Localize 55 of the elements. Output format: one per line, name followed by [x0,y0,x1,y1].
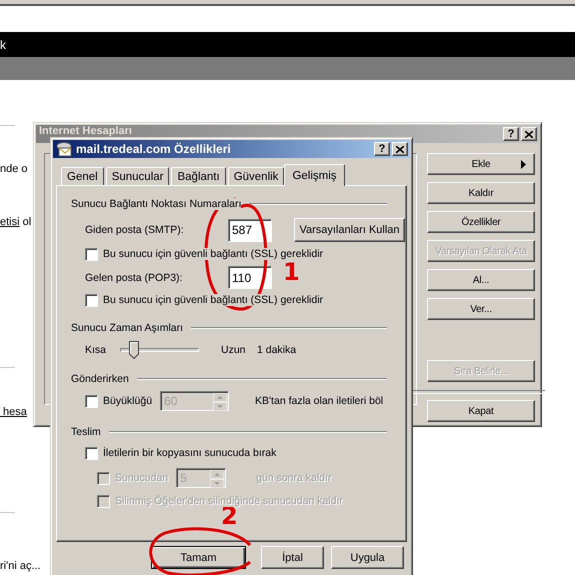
checkbox-label: Büyüklüğü [103,395,152,407]
tab[interactable]: Bağlantı [171,167,226,185]
account-button[interactable]: Ekle [427,153,535,175]
tab[interactable]: Genel [61,167,104,185]
spinner-arrows-icon [213,393,228,411]
group-heading: Sunucu Zaman Aşımları [71,322,184,334]
tab[interactable]: Sunucular [106,167,170,185]
help-button[interactable]: ? [503,127,519,141]
port-field[interactable]: 110 [228,266,272,289]
defaults-button[interactable]: Varsayılanları Kullan [294,218,405,242]
dialog-button[interactable]: İptal [261,546,324,569]
link[interactable]: hesa [0,406,27,418]
field-label: Gelen posta (POP3): [85,272,184,284]
group-heading: Sunucu Bağlantı Noktası Numaraları [71,198,242,210]
close-icon [396,146,404,152]
dialog-title: mail.tredeal.com Özellikleri [76,142,232,156]
close-button[interactable] [521,127,537,141]
account-button[interactable]: Al... [427,269,535,291]
checkbox-label: İletilerin bir kopyasını sunucuda bırak [103,447,276,459]
help-button[interactable]: ? [374,142,390,156]
page-text: ri'ni aç... [0,560,41,572]
account-button[interactable]: Özellikler [427,211,535,233]
page-text: etisi ol [0,216,32,228]
close-window-button[interactable]: Kapat [427,400,535,422]
dialog-button[interactable]: Uygula [331,546,404,569]
tab[interactable]: Gelişmiş [284,164,345,186]
group-heading: Gönderirken [71,373,129,385]
checkbox[interactable] [85,394,98,408]
dialog-button[interactable]: Tamam [151,546,246,569]
tab[interactable]: Güvenlik [228,167,284,185]
spinner-arrows-icon [210,470,224,488]
field-label: Giden posta (SMTP): [85,224,185,236]
checkbox-label: Bu sunucu için güvenli bağlantı (SSL) gereklidir [103,248,324,260]
close-button[interactable] [392,142,408,156]
account-button[interactable]: Kaldır [427,182,535,204]
slider-min-label: Kısa [85,344,108,356]
timeout-value: 1 dakika [257,344,296,356]
slider-max-label: Uzun [221,344,247,356]
checkbox[interactable] [85,248,98,260]
page-text: nde o [0,163,28,175]
close-icon [525,130,533,138]
annotation-number: 1 [283,258,300,286]
checkbox[interactable] [85,294,98,306]
toolbar-text: k [0,38,6,52]
slider-thumb[interactable] [129,341,140,359]
window-title: Internet Hesapları [39,125,133,137]
account-button[interactable]: Ver... [427,298,535,320]
link[interactable]: etisi [0,216,20,228]
checkbox-label: Bu sunucu için güvenli bağlantı (SSL) gereklidir [103,294,324,306]
mail-server-icon [56,142,72,156]
size-suffix: KB'tan fazla olan iletileri böl [255,395,384,407]
group-heading: Teslim [71,426,101,438]
port-field[interactable]: 587 [228,218,272,242]
timeout-slider[interactable] [120,341,199,359]
checkbox[interactable] [85,446,98,460]
